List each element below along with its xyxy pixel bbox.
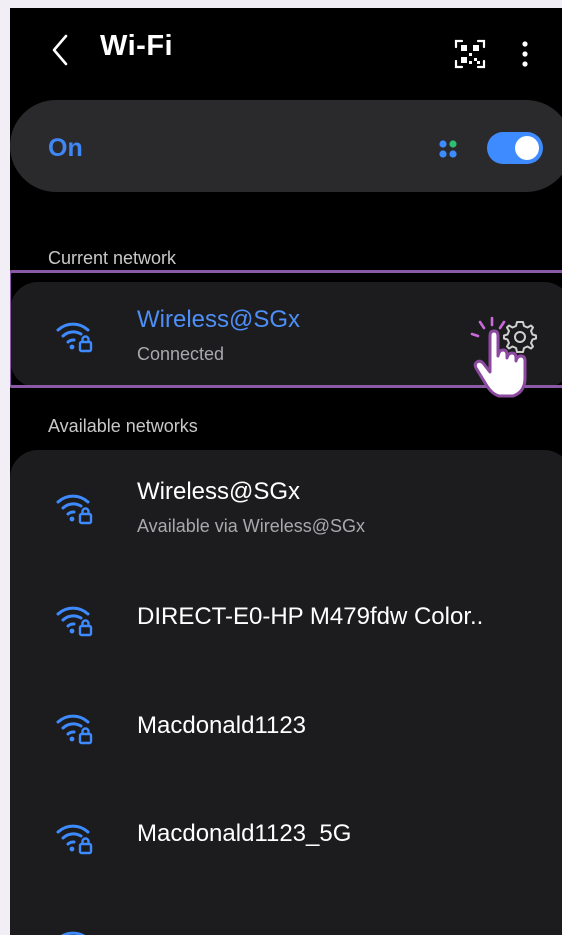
toggle-knob [515,136,539,160]
section-label-available: Available networks [48,416,198,436]
wifi-lock-icon [56,714,93,745]
network-name: Macdonald1123_5G [137,820,352,847]
more-options-button[interactable] [510,32,540,76]
back-chevron-icon [52,34,68,66]
back-button[interactable] [42,28,82,74]
wifi-settings-screen: Wi-Fi On Current network Wireless@SGx Co… [10,8,562,935]
qr-scan-button[interactable] [450,34,490,74]
wifi-lock-icon [60,931,86,935]
network-name: DIRECT-E0-HP M479fdw Color.. [137,603,484,630]
section-label-current: Current network [48,248,177,268]
wifi-lock-icon [56,606,93,637]
network-name: Macdonald1123 [137,712,307,739]
network-name: Wireless@SGx [137,478,301,505]
more-vertical-icon [522,41,528,67]
wifi-toggle[interactable] [487,132,543,164]
network-subtitle: Available via Wireless@SGx [137,516,366,536]
wifi-state-label: On [48,134,83,162]
wifi-lock-icon [56,824,93,855]
multicolor-dots-icon [439,140,457,158]
wifi-lock-icon [56,494,93,525]
page-title: Wi-Fi [100,30,174,62]
pointing-hand-cursor-icon [470,316,527,398]
wifi-master-switch-card[interactable] [10,100,562,192]
qr-code-icon [454,39,486,69]
